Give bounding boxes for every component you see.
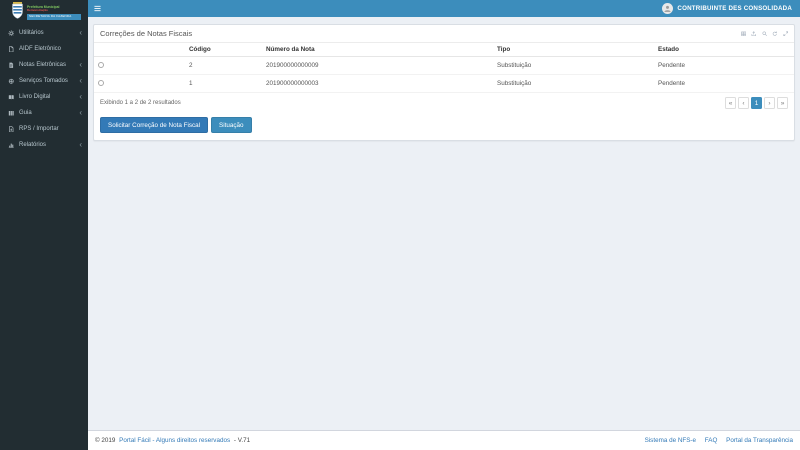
sidebar-item-relatorios[interactable]: Relatórios ‹ — [0, 137, 88, 153]
table-row[interactable]: 1 201900000000003 Substituição Pendente — [94, 74, 794, 93]
sidebar-item-label: Guia — [19, 110, 32, 116]
panel-header: Correções de Notas Fiscais — [94, 25, 794, 43]
cell-estado: Pendente — [654, 74, 794, 93]
user-menu[interactable]: CONTRIBUINTE DES CONSOLIDADA — [654, 0, 800, 17]
cell-tipo: Substituição — [493, 56, 654, 75]
refresh-icon[interactable] — [772, 31, 778, 37]
brand-line3: SECRETARIA DA FAZENDA — [27, 14, 81, 20]
sidebar-item-label: Notas Eletrônicas — [19, 62, 67, 68]
chevron-left-icon: ‹ — [79, 76, 82, 85]
chevron-left-icon: ‹ — [79, 28, 82, 37]
sistema-nfse-link[interactable]: Sistema de NFS-e — [645, 437, 696, 444]
pagination-next-button[interactable]: › — [764, 97, 775, 109]
cell-codigo: 2 — [185, 56, 262, 75]
column-header-numero: Número da Nota — [262, 43, 493, 57]
footer: © 2019 Portal Fácil - Alguns direitos re… — [88, 430, 800, 450]
cell-tipo: Substituição — [493, 74, 654, 93]
sidebar-item-servicos-tomados[interactable]: Serviços Tomados ‹ — [0, 73, 88, 89]
column-header-tipo: Tipo — [493, 43, 654, 57]
columns-icon — [7, 110, 15, 117]
brand-text: Prefeitura Municipal Demonstração SECRET… — [27, 2, 81, 20]
pagination-first-button[interactable]: « — [725, 97, 736, 109]
sidebar-item-label: Serviços Tomados — [19, 78, 68, 84]
footer-right: Sistema de NFS-e FAQ Portal da Transparê… — [638, 437, 793, 444]
sidebar: Prefeitura Municipal Demonstração SECRET… — [0, 0, 88, 450]
sidebar-item-guia[interactable]: Guia ‹ — [0, 105, 88, 121]
situacao-button[interactable]: Situação — [211, 117, 252, 133]
sidebar-item-label: Utilitários — [19, 30, 44, 36]
brand-line2: Demonstração — [27, 8, 48, 12]
faq-link[interactable]: FAQ — [705, 437, 718, 444]
sidebar-item-label: AIDF Eletrônico — [19, 46, 62, 52]
notas-table: Código Número da Nota Tipo Estado 2 2019… — [94, 43, 794, 93]
search-icon[interactable] — [761, 31, 768, 37]
file-text-icon — [7, 62, 15, 69]
portal-facil-link[interactable]: Portal Fácil - Alguns direitos reservado… — [119, 437, 230, 444]
chevron-left-icon: ‹ — [79, 108, 82, 117]
cell-estado: Pendente — [654, 56, 794, 75]
export-icon[interactable] — [751, 31, 757, 37]
panel-toolbar — [740, 31, 789, 37]
topbar: CONTRIBUINTE DES CONSOLIDADA — [88, 0, 800, 17]
sidebar-item-notas-eletronicas[interactable]: Notas Eletrônicas ‹ — [0, 57, 88, 73]
gear-icon — [7, 30, 15, 37]
sidebar-item-label: Relatórios — [19, 142, 47, 148]
sidebar-item-label: RPS / Importar — [19, 126, 59, 132]
sidebar-item-aidf-eletronico[interactable]: AIDF Eletrônico — [0, 41, 88, 57]
user-avatar — [662, 3, 674, 14]
portal-transparencia-link[interactable]: Portal da Transparência — [726, 437, 793, 444]
row-radio-button[interactable] — [98, 79, 104, 86]
cell-numero: 201900000000003 — [262, 74, 493, 93]
pagination: « ‹ 1 › » — [723, 97, 788, 109]
version-text: - V.71 — [233, 437, 251, 444]
pagination-last-button[interactable]: » — [777, 97, 788, 109]
select-column-header — [94, 43, 185, 57]
cell-numero: 201900000000009 — [262, 56, 493, 75]
hamburger-icon — [93, 5, 101, 12]
wheel-icon — [7, 78, 15, 85]
chevron-left-icon: ‹ — [79, 60, 82, 69]
table-header-row: Código Número da Nota Tipo Estado — [94, 43, 794, 57]
sidebar-item-label: Livro Digital — [19, 94, 51, 100]
pagination-prev-button[interactable]: ‹ — [738, 97, 749, 109]
actions-bar: Solicitar Correção de Nota Fiscal Situaç… — [94, 111, 794, 140]
chevron-left-icon: ‹ — [79, 92, 82, 101]
pagination-page-1-button[interactable]: 1 — [751, 97, 762, 109]
results-summary: Exibindo 1 a 2 de 2 resultados — [100, 100, 181, 106]
column-header-codigo: Código — [185, 43, 262, 57]
table-icon[interactable] — [740, 31, 747, 37]
copyright-text: © 2019 — [95, 437, 116, 444]
table-footer: Exibindo 1 a 2 de 2 resultados « ‹ 1 › » — [94, 93, 794, 111]
brand[interactable]: Prefeitura Municipal Demonstração SECRET… — [0, 0, 88, 22]
file-import-icon — [7, 126, 15, 133]
table-row[interactable]: 2 201900000000009 Substituição Pendente — [94, 56, 794, 75]
footer-left: © 2019 Portal Fácil - Alguns direitos re… — [95, 437, 252, 444]
row-radio-button[interactable] — [98, 61, 104, 68]
book-icon — [7, 94, 15, 101]
municipal-crest-logo — [11, 2, 24, 19]
column-header-estado: Estado — [654, 43, 794, 57]
sidebar-menu: Utilitários ‹ AIDF Eletrônico Notas Elet… — [0, 25, 88, 153]
chevron-left-icon: ‹ — [79, 140, 82, 149]
main-content: Correções de Notas Fiscais Código Número… — [88, 17, 800, 430]
solicitar-correcao-button[interactable]: Solicitar Correção de Nota Fiscal — [100, 117, 209, 133]
sidebar-item-utilitarios[interactable]: Utilitários ‹ — [0, 25, 88, 41]
panel-title: Correções de Notas Fiscais — [100, 29, 193, 38]
sidebar-item-rps-importar[interactable]: RPS / Importar — [0, 121, 88, 137]
cell-codigo: 1 — [185, 74, 262, 93]
fullscreen-icon[interactable] — [782, 31, 789, 37]
correcoes-panel: Correções de Notas Fiscais Código Número… — [93, 24, 795, 141]
user-name: CONTRIBUINTE DES CONSOLIDADA — [677, 5, 792, 12]
file-icon — [7, 46, 15, 53]
sidebar-item-livro-digital[interactable]: Livro Digital ‹ — [0, 89, 88, 105]
sidebar-toggle-button[interactable] — [88, 0, 106, 17]
bar-chart-icon — [7, 142, 15, 149]
